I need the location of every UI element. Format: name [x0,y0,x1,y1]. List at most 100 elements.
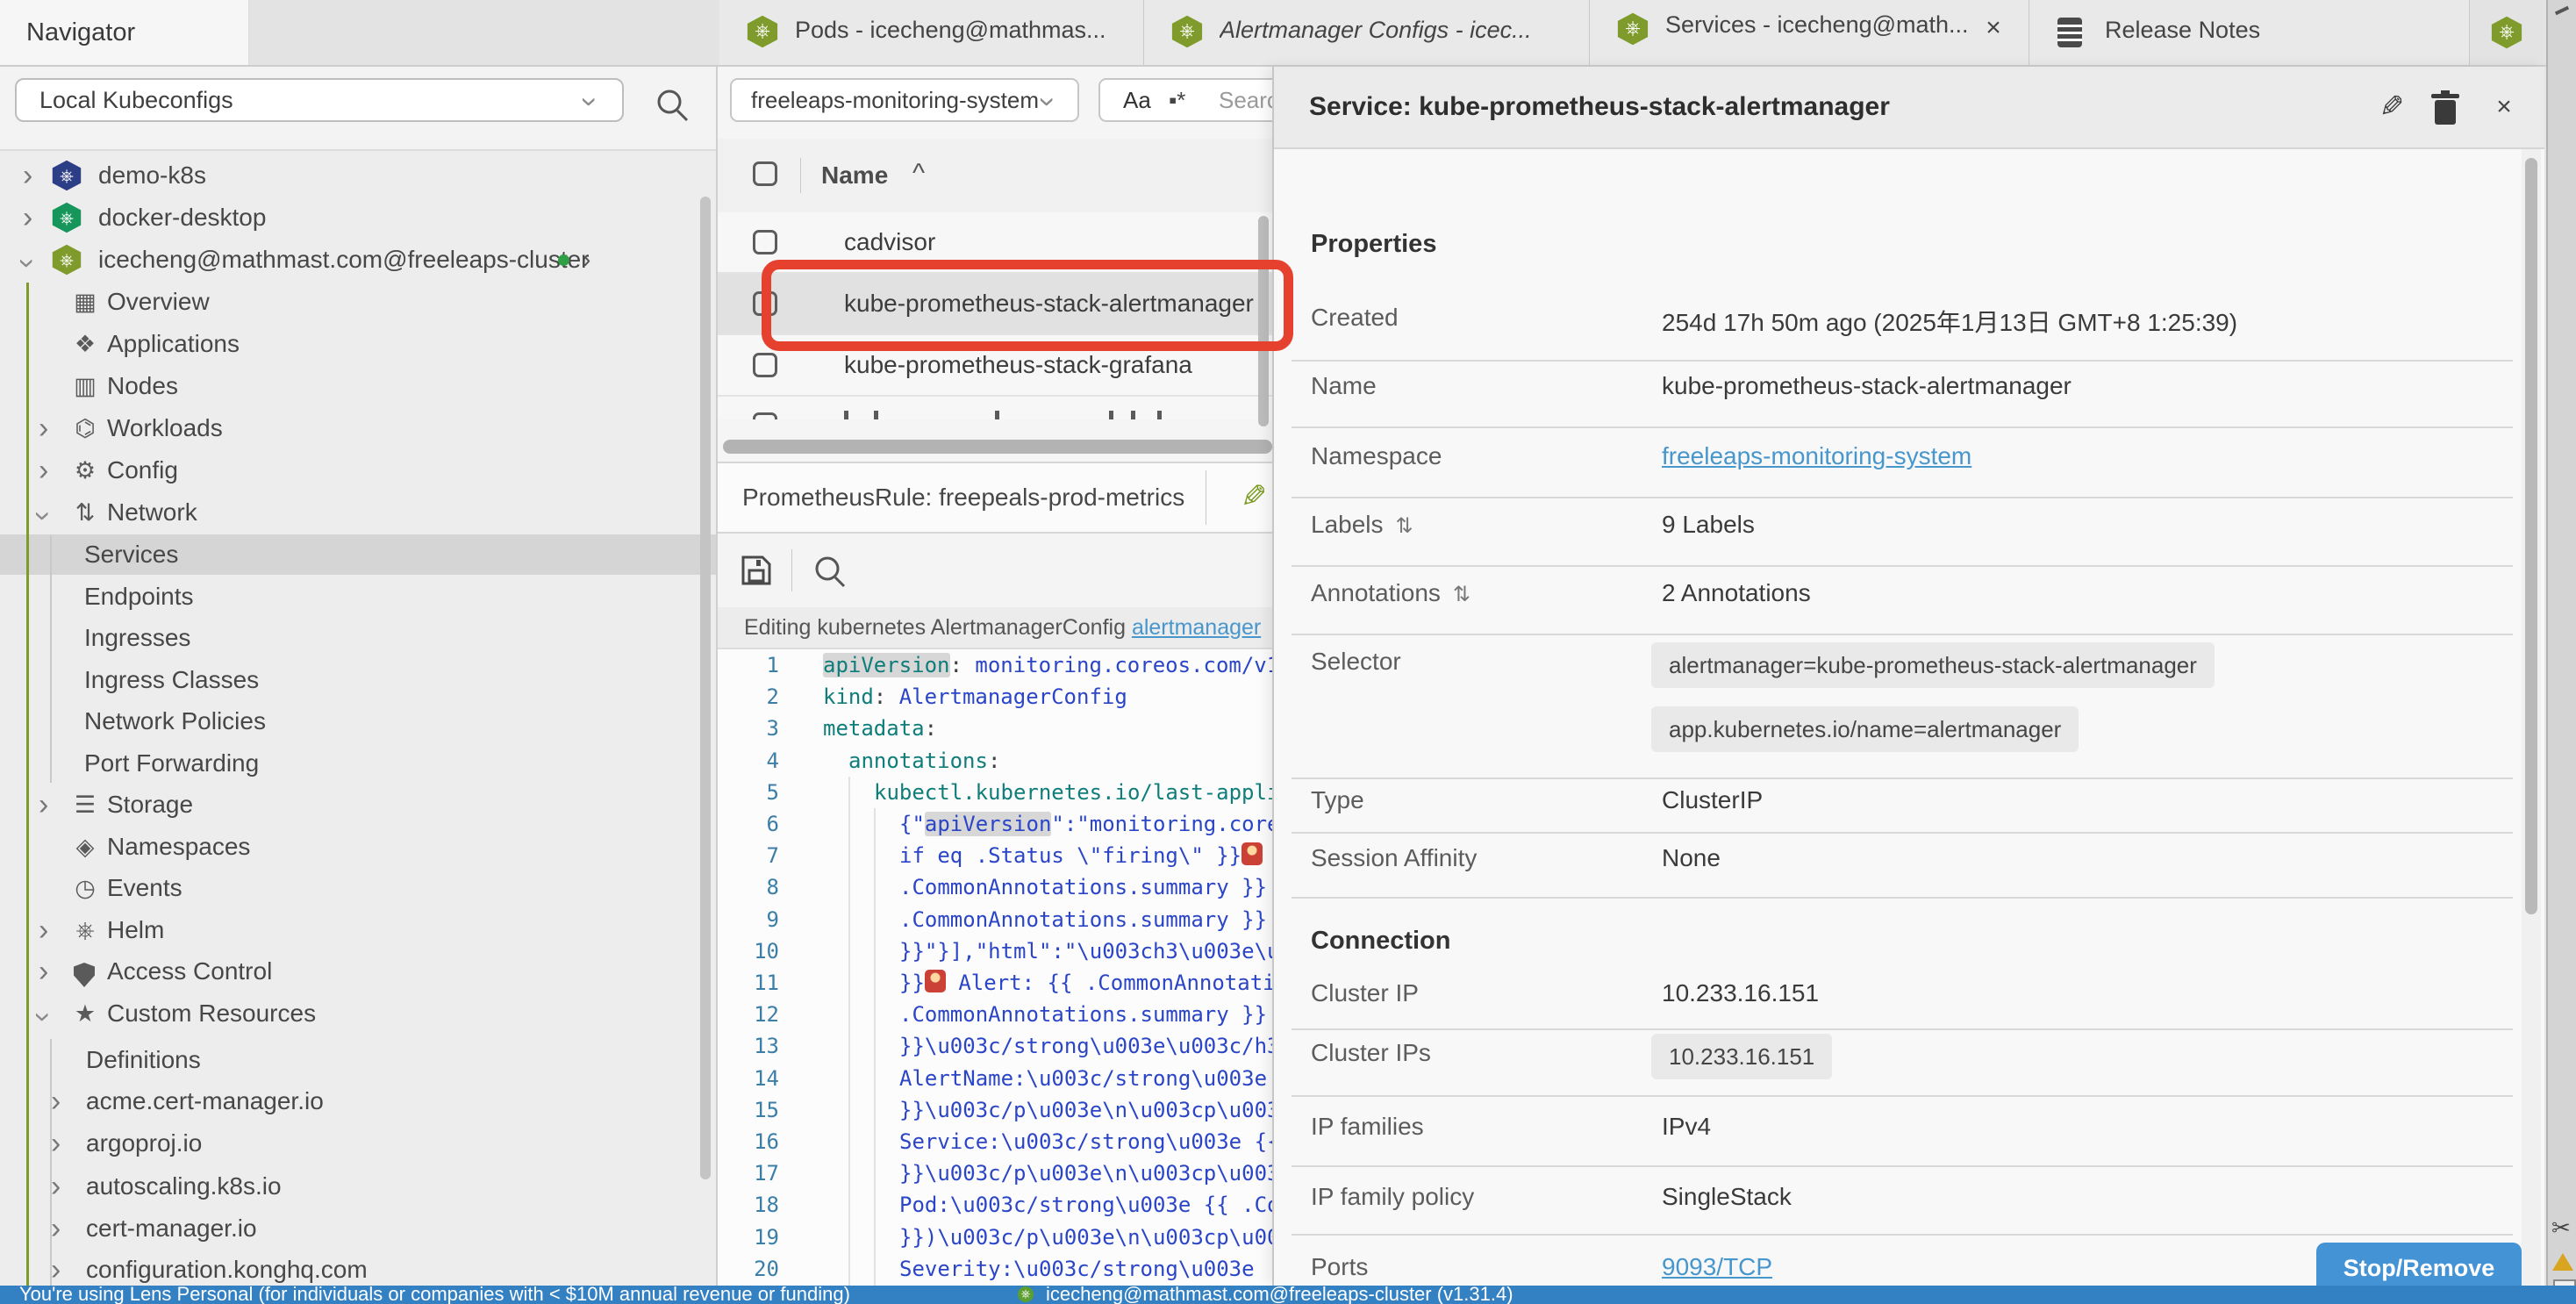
sort-asc-icon[interactable]: ^ [912,139,925,209]
gear-icon: ⚙ [70,450,100,491]
detail-label-cluster-ips: Cluster IPs [1311,1039,1431,1067]
sidebar-item-custom-resources[interactable]: ›★Custom Resources [0,993,716,1034]
code-token: {" [899,812,925,836]
chevron-right-icon[interactable]: › [23,155,32,196]
stop-remove-button[interactable]: Stop/Remove [2316,1243,2522,1286]
tab-alertmanager-configs-ice[interactable]: ⎈Alertmanager Configs - icec... [1144,0,1590,65]
tab-pods-icecheng-mathmas-[interactable]: ⎈Pods - icecheng@mathmas... [719,0,1144,65]
sidebar-item-definitions[interactable]: Definitions [0,1040,716,1080]
sidebar-item-network[interactable]: ›⇅Network [0,492,716,533]
sidebar-item-nodes[interactable]: ▥Nodes [0,366,716,406]
chevron-right-icon[interactable]: › [23,197,32,238]
sidebar-item-access-control[interactable]: ›Access Control [0,951,716,992]
sidebar-item-config[interactable]: ›⚙Config [0,450,716,491]
sidebar-item-configuration-konghq-com[interactable]: ›configuration.konghq.com [0,1250,716,1286]
sidebar-scrollbar[interactable] [700,197,711,1179]
edit-pencil-icon[interactable]: ✎ [1241,463,1267,530]
sidebar-item-label: Custom Resources [107,993,316,1034]
table-row-partial[interactable] [718,397,1272,419]
chevron-down-icon[interactable]: › [24,511,64,520]
sidebar-item-applications[interactable]: ❖Applications [0,324,716,364]
detail-label-session-affinity: Session Affinity [1311,844,1477,872]
select-all-checkbox[interactable] [753,161,777,186]
code-text: Service:\u003c/strong\u003e {{ [899,1126,1272,1158]
chevron-right-icon[interactable]: › [51,1123,61,1164]
chevron-right-icon[interactable]: › [51,1166,61,1207]
row-checkbox[interactable] [753,412,777,419]
chevron-right-icon[interactable]: › [39,450,48,491]
row-checkbox[interactable] [753,230,777,254]
chevron-right-icon[interactable]: › [39,951,48,992]
sidebar-item-icecheng-mathmast-com-freeleaps-cluster[interactable]: ›⎈icecheng@mathmast.com@freeleaps-cluste… [0,240,716,280]
chevron-right-icon[interactable]: › [39,408,48,448]
sort-icon[interactable]: ⇅ [1396,514,1413,538]
sidebar-item-endpoints[interactable]: Endpoints [0,577,716,617]
regex-icon[interactable]: ▪* [1169,80,1185,120]
code-line: 15}}\u003c/p\u003e\n\u003cp\u003 [718,1094,1272,1127]
indent-guide [874,1222,876,1254]
trash-icon[interactable] [2429,90,2464,128]
line-number: 2 [718,681,779,713]
horizontal-scrollbar[interactable] [723,440,1272,454]
kubernetes-icon: ⎈ [51,244,82,276]
yaml-editor[interactable]: 1apiVersion: monitoring.coreos.com/v12ki… [718,649,1272,1286]
tab-label: Alertmanager Configs - icec... [1220,0,1532,60]
match-case-icon[interactable]: Aa [1123,80,1151,120]
sidebar-item-events[interactable]: ◷Events [0,868,716,908]
row-checkbox[interactable] [753,353,777,377]
sidebar-item-cert-manager-io[interactable]: ›cert-manager.io [0,1208,716,1249]
sidebar-item-label: Events [107,868,182,908]
tab-release-notes[interactable]: Release Notes [2029,0,2470,65]
close-icon[interactable]: × [1976,11,2011,46]
details-scrollbar[interactable] [2525,158,2537,914]
sidebar-item-ingresses[interactable]: Ingresses [0,618,716,658]
detail-value-namespace[interactable]: freeleaps-monitoring-system [1662,442,1971,470]
namespace-select[interactable]: freeleaps-monitoring-system › [730,78,1079,122]
indent-guide [848,871,850,904]
sidebar-item-label: Endpoints [84,577,194,617]
detail-label-labels: Labels⇅ [1311,511,1413,539]
close-icon[interactable]: × [2487,90,2522,125]
chevron-down-icon[interactable]: › [8,258,48,268]
sidebar-item-label: Definitions [86,1040,201,1080]
sidebar-item-workloads[interactable]: ›⌬Workloads [0,408,716,448]
details-body: PropertiesConnectionCreated254d 17h 50m … [1274,149,2544,1286]
chevron-right-icon[interactable]: › [51,1208,61,1249]
save-icon[interactable] [739,553,774,588]
tab-services-icecheng-math-[interactable]: ⎈Services - icecheng@math...× [1590,0,2029,65]
sidebar-item-helm[interactable]: ›⎈Helm [0,910,716,950]
sidebar-item-argoproj-io[interactable]: ›argoproj.io [0,1123,716,1164]
chevron-right-icon[interactable]: › [51,1250,61,1286]
line-number: 8 [718,871,779,904]
kubeconfig-select[interactable]: Local Kubeconfigs › [15,78,624,122]
sidebar-item-services[interactable]: Services [0,534,716,575]
sidebar-item-storage[interactable]: ›☰Storage [0,785,716,825]
code-token: monitoring.coreos.com/v1 [975,653,1272,677]
sidebar-item-acme-cert-manager-io[interactable]: ›acme.cert-manager.io [0,1081,716,1121]
sidebar-item-autoscaling-k8s-io[interactable]: ›autoscaling.k8s.io [0,1166,716,1207]
sidebar-item-network-policies[interactable]: Network Policies [0,701,716,742]
sort-icon[interactable]: ⇅ [1453,583,1470,606]
search-icon[interactable] [811,553,849,591]
edit-pencil-icon[interactable]: ✎ [2372,88,2411,126]
search-icon[interactable] [653,86,691,125]
sidebar-item-overview[interactable]: ▦Overview [0,282,716,322]
chevron-right-icon[interactable]: › [39,785,48,825]
indent-guide [848,1030,850,1063]
resource-link[interactable]: alertmanager [1132,615,1261,640]
chevron-right-icon[interactable]: › [39,910,48,950]
section-title-connection: Connection [1311,927,1451,956]
sidebar-item-label: Network [107,492,197,533]
name-column-header[interactable]: Name [821,139,888,212]
chevron-right-icon[interactable]: › [583,240,590,280]
sidebar-item-namespaces[interactable]: ◈Namespaces [0,827,716,867]
chevron-right-icon[interactable]: › [51,1081,61,1121]
sidebar-item-demo-k8s[interactable]: ›⎈demo-k8s [0,155,716,196]
port-link[interactable]: 9093/TCP [1662,1253,1772,1281]
sidebar-item-docker-desktop[interactable]: ›⎈docker-desktop [0,197,716,238]
chevron-down-icon[interactable]: › [24,1012,64,1021]
sidebar-item-port-forwarding[interactable]: Port Forwarding [0,743,716,784]
resource-title-bar: PrometheusRule: freepeals-prod-metrics ✎ [718,462,1272,534]
sidebar-item-ingress-classes[interactable]: Ingress Classes [0,660,716,700]
sidebar-item-label: Workloads [107,408,223,448]
